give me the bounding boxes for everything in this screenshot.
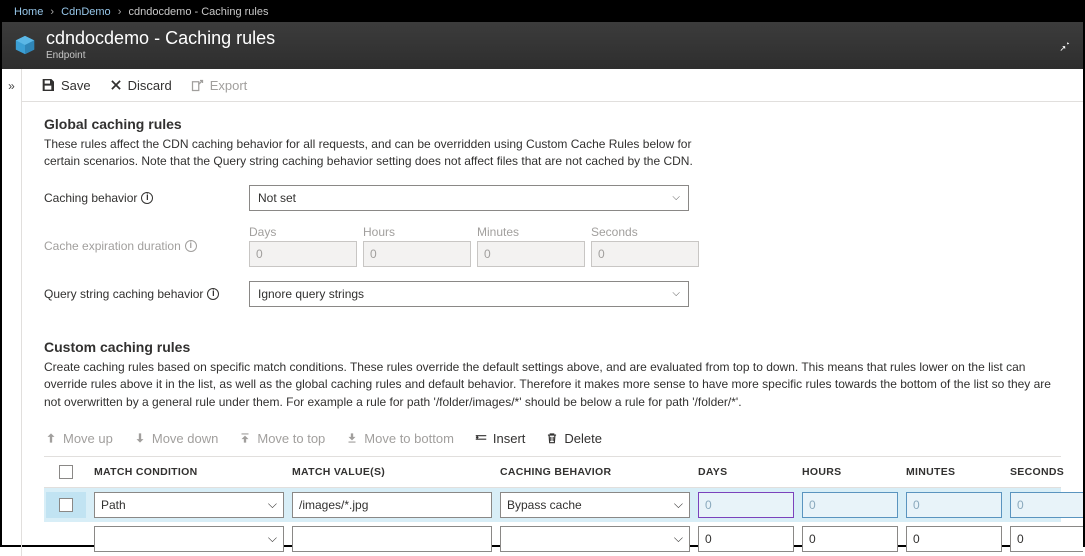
- endpoint-icon: [14, 34, 36, 56]
- insert-button[interactable]: Insert: [474, 431, 526, 446]
- move-bottom-button[interactable]: Move to bottom: [345, 431, 454, 446]
- match-value-input[interactable]: [292, 526, 492, 552]
- chevron-right-icon: »: [8, 79, 15, 93]
- breadcrumb: Home › CdnDemo › cdndocdemo - Caching ru…: [2, 2, 1083, 22]
- chevron-down-icon: ⌵: [268, 531, 277, 546]
- page-title: cdndocdemo - Caching rules: [46, 28, 275, 49]
- days-label: Days: [249, 225, 357, 239]
- row-minutes-input: 0: [906, 492, 1002, 518]
- info-icon[interactable]: i: [207, 288, 219, 300]
- select-all-checkbox[interactable]: [59, 465, 73, 479]
- col-days: DAYS: [698, 466, 794, 478]
- export-label: Export: [210, 78, 248, 93]
- save-label: Save: [61, 78, 91, 93]
- chevron-down-icon: ⌵: [268, 497, 277, 512]
- cache-duration-label: Cache expiration duration i: [44, 239, 249, 253]
- rules-toolbar: Move up Move down Move to top Move to bo…: [44, 425, 1061, 456]
- blade-header: cdndocdemo - Caching rules Endpoint: [2, 22, 1083, 69]
- query-caching-value: Ignore query strings: [258, 287, 364, 301]
- move-down-button[interactable]: Move down: [133, 431, 218, 446]
- global-heading: Global caching rules: [44, 116, 1061, 132]
- global-caching-section: Global caching rules These rules affect …: [22, 102, 1083, 325]
- breadcrumb-current: cdndocdemo - Caching rules: [128, 6, 268, 18]
- info-icon[interactable]: i: [141, 192, 153, 204]
- hours-label: Hours: [363, 225, 471, 239]
- row-seconds-input: 0: [1010, 492, 1083, 518]
- row-caching-behavior-select[interactable]: ⌵: [500, 526, 690, 552]
- table-row[interactable]: Path ⌵ /images/*.jpg Bypass cache ⌵ 0 0 …: [44, 488, 1061, 522]
- page-subtitle: Endpoint: [46, 50, 275, 61]
- custom-caching-section: Custom caching rules Create caching rule…: [22, 325, 1083, 556]
- match-value-input[interactable]: /images/*.jpg: [292, 492, 492, 518]
- rules-table: MATCH CONDITION MATCH VALUE(S) CACHING B…: [44, 456, 1061, 556]
- breadcrumb-home[interactable]: Home: [14, 6, 43, 18]
- discard-button[interactable]: Discard: [109, 78, 172, 93]
- chevron-down-icon: ⌵: [674, 531, 683, 546]
- move-up-button[interactable]: Move up: [44, 431, 113, 446]
- discard-label: Discard: [128, 78, 172, 93]
- minutes-label: Minutes: [477, 225, 585, 239]
- caching-behavior-value: Not set: [258, 191, 296, 205]
- breadcrumb-profile[interactable]: CdnDemo: [61, 6, 111, 18]
- query-caching-select[interactable]: Ignore query strings ⌵: [249, 281, 689, 307]
- row-minutes-input[interactable]: 0: [906, 526, 1002, 552]
- query-caching-label: Query string caching behavior i: [44, 287, 249, 301]
- col-behavior: CACHING BEHAVIOR: [500, 466, 690, 478]
- save-button[interactable]: Save: [40, 77, 91, 93]
- row-hours-input: 0: [802, 492, 898, 518]
- row-days-input[interactable]: 0: [698, 526, 794, 552]
- match-condition-select[interactable]: Path ⌵: [94, 492, 284, 518]
- command-bar: Save Discard Export: [22, 69, 1083, 102]
- export-button[interactable]: Export: [190, 78, 248, 93]
- chevron-down-icon: ⌵: [672, 192, 680, 203]
- info-icon[interactable]: i: [185, 240, 197, 252]
- table-row[interactable]: ⌵ ⌵ 0 0 0 0: [44, 522, 1061, 556]
- match-condition-select[interactable]: ⌵: [94, 526, 284, 552]
- chevron-down-icon: ⌵: [672, 288, 680, 299]
- col-seconds: SECONDS: [1010, 466, 1083, 478]
- days-input: [249, 241, 357, 267]
- table-header: MATCH CONDITION MATCH VALUE(S) CACHING B…: [44, 456, 1061, 488]
- row-caching-behavior-select[interactable]: Bypass cache ⌵: [500, 492, 690, 518]
- chevron-right-icon: ›: [50, 6, 54, 18]
- caching-behavior-select[interactable]: Not set ⌵: [249, 185, 689, 211]
- row-seconds-input[interactable]: 0: [1010, 526, 1083, 552]
- row-checkbox[interactable]: [59, 498, 73, 512]
- global-description: These rules affect the CDN caching behav…: [44, 136, 724, 171]
- chevron-down-icon: ⌵: [674, 497, 683, 512]
- pin-icon[interactable]: [1057, 38, 1071, 52]
- custom-heading: Custom caching rules: [44, 339, 1061, 355]
- col-match: MATCH CONDITION: [94, 466, 284, 478]
- chevron-right-icon: ›: [118, 6, 122, 18]
- minutes-input: [477, 241, 585, 267]
- row-days-input: 0: [698, 492, 794, 518]
- seconds-input: [591, 241, 699, 267]
- col-hours: HOURS: [802, 466, 898, 478]
- collapse-rail[interactable]: »: [2, 69, 22, 556]
- col-value: MATCH VALUE(S): [292, 466, 492, 478]
- seconds-label: Seconds: [591, 225, 699, 239]
- caching-behavior-label: Caching behavior i: [44, 191, 249, 205]
- hours-input: [363, 241, 471, 267]
- row-hours-input[interactable]: 0: [802, 526, 898, 552]
- custom-description: Create caching rules based on specific m…: [44, 359, 1061, 411]
- col-minutes: MINUTES: [906, 466, 1002, 478]
- move-top-button[interactable]: Move to top: [238, 431, 325, 446]
- delete-button[interactable]: Delete: [545, 431, 602, 446]
